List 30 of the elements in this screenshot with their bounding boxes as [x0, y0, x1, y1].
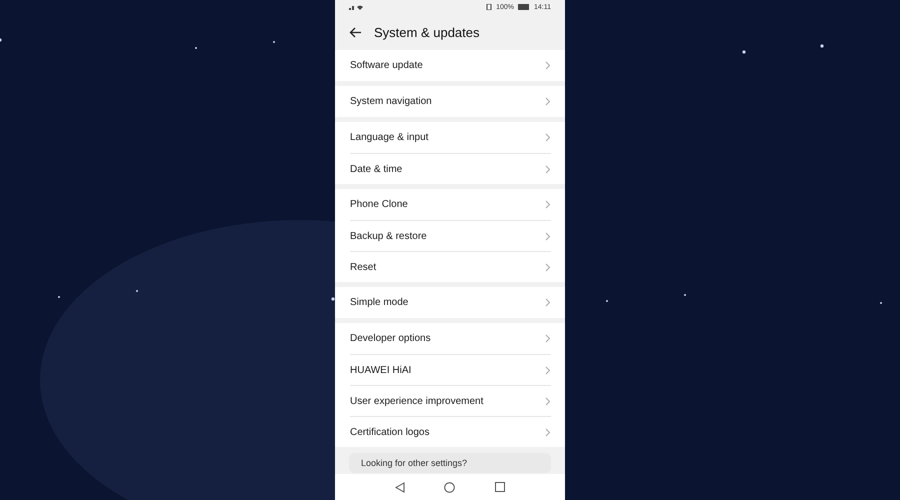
- settings-item[interactable]: Language & input: [350, 122, 551, 153]
- vibrate-icon: [486, 4, 492, 10]
- settings-item[interactable]: User experience improvement: [350, 385, 551, 416]
- settings-item[interactable]: Reset: [350, 251, 551, 282]
- back-icon[interactable]: [394, 482, 405, 492]
- settings-item[interactable]: Certification logos: [350, 416, 551, 447]
- recents-icon[interactable]: [495, 482, 506, 492]
- battery-icon: [518, 4, 530, 10]
- back-arrow-icon[interactable]: [349, 26, 362, 38]
- settings-item[interactable]: HUAWEI HiAI: [350, 354, 551, 385]
- settings-item[interactable]: Phone Clone: [350, 189, 551, 220]
- chevron-icon: [545, 97, 551, 106]
- chevron-icon: [545, 298, 551, 307]
- chevron-icon: [545, 200, 551, 209]
- chevron-icon: [545, 164, 551, 174]
- signal-icon: [349, 4, 363, 10]
- home-icon[interactable]: [444, 482, 456, 492]
- page-title: System & updates: [374, 24, 480, 40]
- chevron-icon: [545, 262, 551, 272]
- chevron-icon: [545, 334, 551, 343]
- chevron-icon: [545, 428, 551, 436]
- settings-item[interactable]: Backup & restore: [350, 220, 551, 251]
- chevron-icon: [545, 366, 551, 374]
- chevron-icon: [545, 133, 551, 142]
- settings-item[interactable]: Developer options: [350, 323, 551, 354]
- settings-item[interactable]: Date & time: [350, 153, 551, 184]
- suggestion-card[interactable]: Looking for other settings?: [349, 453, 551, 473]
- chevron-icon: [545, 61, 551, 70]
- chevron-icon: [545, 232, 551, 240]
- chevron-icon: [545, 396, 551, 406]
